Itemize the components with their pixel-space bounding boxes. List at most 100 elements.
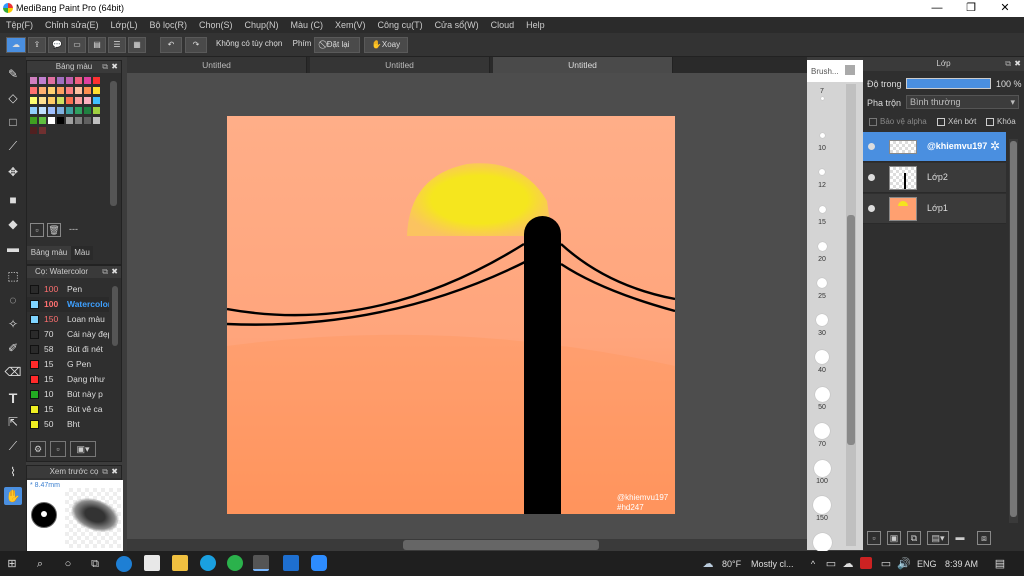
battery-icon[interactable]: ▭ [878, 556, 894, 572]
color-swatch[interactable] [48, 107, 55, 114]
color-swatch[interactable] [84, 87, 91, 94]
drawing-canvas[interactable]: @khiemvu197 #hd247 [227, 116, 675, 514]
visibility-icon[interactable] [868, 174, 875, 181]
color-swatch[interactable] [57, 107, 64, 114]
menu-cloud[interactable]: Cloud [485, 17, 521, 33]
menu-color[interactable]: Màu (C) [285, 17, 330, 33]
move-tool-icon[interactable]: ✥ [4, 163, 22, 181]
color-swatch[interactable] [66, 117, 73, 124]
brush-row[interactable]: 70 Cái này đẹp [27, 327, 109, 342]
layer-row-1[interactable]: Lớp2 [863, 163, 1006, 193]
select-tool-icon[interactable]: ⬚ [4, 267, 22, 285]
color-swatch[interactable] [30, 77, 37, 84]
cortana-icon[interactable]: ○ [60, 556, 76, 572]
rotate-button[interactable]: ✋Xoay [364, 37, 408, 53]
gradient-tool-icon[interactable]: ▬ [4, 239, 22, 257]
tab-color[interactable]: Màu [71, 246, 93, 260]
reset-button[interactable]: ⃠ Đặt lại [314, 37, 360, 53]
tab-untitled-3[interactable]: Untitled [493, 57, 673, 73]
new-halftone-layer-icon[interactable]: ▣ [887, 531, 901, 545]
magic-wand-icon[interactable]: ✧ [4, 315, 22, 333]
merge-layer-icon[interactable]: ⧈ [977, 531, 991, 545]
layer-row-0[interactable]: @khiemvu197 ✲ [863, 132, 1006, 162]
lock-checkbox[interactable] [986, 118, 994, 126]
app-green-icon[interactable] [227, 555, 243, 571]
menu-capture[interactable]: Chụp(N) [239, 17, 285, 33]
eyedropper-tool-icon[interactable]: ⌇ [4, 463, 22, 481]
size-scrollbar[interactable] [847, 215, 855, 445]
rectangle-tool-icon[interactable]: □ [4, 113, 22, 131]
menu-select[interactable]: Chọn(S) [193, 17, 239, 33]
color-swatch[interactable] [57, 77, 64, 84]
task-view-icon[interactable]: ⧉ [87, 556, 103, 572]
chat-icon[interactable]: ▭ [68, 37, 86, 53]
color-swatch[interactable] [57, 87, 64, 94]
close-icon[interactable]: ✖ [111, 61, 118, 73]
page-icon[interactable]: ▫ [50, 441, 66, 457]
clock[interactable]: 8:39 AM [945, 559, 978, 569]
brush-row[interactable]: 100 Pen [27, 282, 109, 297]
color-swatch[interactable] [93, 77, 100, 84]
color-swatch[interactable] [48, 87, 55, 94]
h-scrollbar[interactable] [403, 540, 599, 550]
brush-size-dot[interactable] [813, 496, 831, 514]
layer-row-2[interactable]: Lớp1 [863, 194, 1006, 224]
opacity-slider[interactable] [906, 78, 991, 89]
tray-app-icon[interactable]: ▭ [823, 556, 839, 572]
color-swatch[interactable] [48, 77, 55, 84]
menu-layer[interactable]: Lớp(L) [105, 17, 144, 33]
minimize-button[interactable]: — [920, 0, 954, 17]
color-swatch[interactable] [75, 87, 82, 94]
gear-icon[interactable]: ✲ [990, 139, 1000, 153]
edge-icon[interactable] [116, 556, 132, 572]
brush-row[interactable]: 150 Loan màu [27, 312, 109, 327]
brush-scrollbar[interactable] [112, 286, 118, 346]
color-swatch[interactable] [93, 87, 100, 94]
grid-icon[interactable]: ▦ [128, 37, 146, 53]
color-swatch[interactable] [93, 117, 100, 124]
lasso-tool-icon[interactable]: ◌ [4, 291, 22, 309]
fill-rect-tool-icon[interactable]: ■ [4, 191, 22, 209]
detach-icon[interactable]: ⧉ [102, 266, 108, 278]
brush-row[interactable]: 58 Bút đi nét [27, 342, 109, 357]
tab-palette[interactable]: Bảng màu [27, 246, 71, 260]
share-icon[interactable]: ⇪ [28, 37, 46, 53]
operation-tool-icon[interactable]: ⇱ [4, 413, 22, 431]
undo-icon[interactable]: ↶ [160, 37, 182, 53]
color-swatch[interactable] [39, 117, 46, 124]
tray-cloud-icon[interactable]: ☁ [840, 556, 856, 572]
color-swatch[interactable] [75, 107, 82, 114]
divide-tool-icon[interactable]: ⟋ [4, 437, 22, 455]
add-brush-icon[interactable]: ⚙ [30, 441, 46, 457]
color-swatch[interactable] [48, 117, 55, 124]
color-swatch[interactable] [57, 117, 64, 124]
brush-size-dot[interactable] [819, 169, 825, 175]
color-swatch[interactable] [48, 97, 55, 104]
brush-menu-icon[interactable]: ▣▾ [70, 441, 96, 457]
menu-file[interactable]: Tệp(F) [0, 17, 39, 33]
cloud-icon[interactable]: ☁ [6, 37, 26, 53]
select-eraser-icon[interactable]: ⌫ [4, 363, 22, 381]
menu-tools[interactable]: Công cụ(T) [372, 17, 429, 33]
brush-size-dot[interactable] [812, 532, 832, 552]
close-icon[interactable]: ✖ [1014, 57, 1021, 71]
color-swatch[interactable] [30, 107, 37, 114]
brush-size-close-icon[interactable] [845, 65, 855, 75]
visibility-icon[interactable] [868, 205, 875, 212]
protect-alpha-checkbox[interactable] [869, 118, 877, 126]
weather-icon[interactable]: ☁ [700, 556, 716, 572]
tray-v-icon[interactable] [860, 557, 872, 569]
close-icon[interactable]: ✖ [111, 266, 118, 278]
new-layer-icon[interactable]: ▫ [867, 531, 881, 545]
weather-desc[interactable]: Mostly cl... [751, 559, 794, 569]
brush-row[interactable]: 10 Bút này p [27, 387, 109, 402]
menu-view[interactable]: Xem(V) [329, 17, 372, 33]
duplicate-layer-icon[interactable]: ⧉ [907, 531, 921, 545]
menu-window[interactable]: Cửa sổ(W) [429, 17, 485, 33]
brush-size-dot[interactable] [817, 241, 827, 251]
color-swatch[interactable] [30, 87, 37, 94]
color-swatch[interactable] [39, 87, 46, 94]
new-page-icon[interactable]: ▫ [30, 223, 44, 237]
brush-size-dot[interactable] [815, 350, 829, 364]
text-tool-icon[interactable]: T [4, 389, 22, 407]
